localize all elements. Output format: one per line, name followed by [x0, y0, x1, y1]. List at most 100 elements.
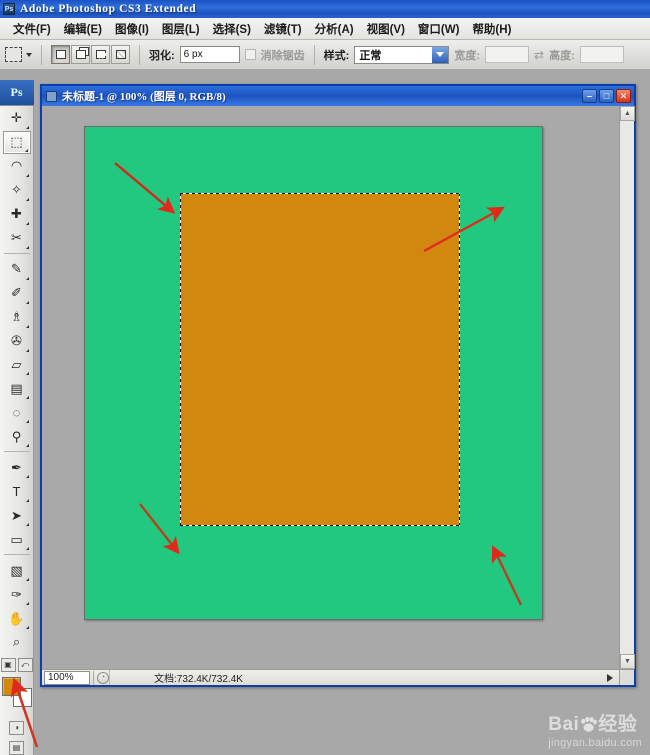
divider	[41, 44, 42, 65]
blur-tool[interactable]: ◌	[3, 401, 31, 424]
height-input[interactable]	[579, 46, 624, 63]
magic-wand-tool[interactable]: ✧	[3, 179, 31, 202]
tool-palette: Ps ✛ ⬚ ◠ ✧ ✚ ✂ ✎ ✐ ♗ ✇ ▱ ▤ ◌ ⚲ ✒ T ➤ ▭ ▧…	[0, 80, 34, 755]
menu-view[interactable]: 视图(V)	[361, 19, 412, 39]
scroll-up-icon[interactable]: ▲	[620, 106, 635, 121]
eraser-tool[interactable]: ▱	[3, 354, 31, 377]
clone-stamp-tool[interactable]: ♗	[3, 306, 31, 329]
canvas-area[interactable]	[42, 106, 619, 669]
brush-tool[interactable]: ✐	[3, 282, 31, 305]
menu-file[interactable]: 文件(F)	[7, 19, 58, 39]
window-buttons: – □ ✕	[582, 89, 631, 103]
baidu-brand: Bai du 经验	[548, 715, 642, 734]
document-window: 未标题-1 @ 100% (图层 0, RGB/8) – □ ✕ ▲ ▼ 100…	[40, 84, 636, 687]
healing-brush-tool[interactable]: ✎	[3, 258, 31, 281]
menu-help[interactable]: 帮助(H)	[466, 19, 518, 39]
pin-icon[interactable]: ◔	[97, 671, 109, 684]
antialias-checkbox[interactable]	[244, 49, 256, 60]
style-select-value: 正常	[359, 49, 382, 62]
rectangular-marquee-tool[interactable]: ⬚	[2, 130, 31, 154]
menu-window[interactable]: 窗口(W)	[412, 19, 467, 39]
history-brush-tool[interactable]: ✇	[3, 330, 31, 353]
status-menu-arrow-icon[interactable]	[607, 673, 613, 682]
color-utility-row: ▣ ⤺	[0, 657, 33, 672]
width-input[interactable]	[485, 46, 530, 63]
menu-image[interactable]: 图像(I)	[109, 19, 156, 39]
swap-colors-icon[interactable]: ⤺	[17, 657, 33, 672]
zoom-tool[interactable]: ⌕	[3, 631, 31, 654]
document-titlebar[interactable]: 未标题-1 @ 100% (图层 0, RGB/8) – □ ✕	[42, 86, 634, 106]
menu-select[interactable]: 选择(S)	[207, 19, 258, 39]
menu-edit[interactable]: 编辑(E)	[58, 19, 109, 39]
subtract-from-selection-button[interactable]	[91, 45, 110, 64]
document-icon	[46, 90, 57, 102]
maximize-button[interactable]: □	[599, 89, 614, 103]
add-to-selection-button[interactable]	[71, 45, 90, 64]
intersect-selection-button[interactable]	[111, 45, 130, 64]
tool-preset-picker[interactable]	[5, 47, 32, 62]
document-body: ▲ ▼ 100% ◔ 文档:732.4K/732.4K	[42, 106, 635, 685]
width-label: 宽度:	[454, 49, 481, 62]
vertical-scrollbar[interactable]: ▲ ▼	[619, 106, 635, 669]
menubar: 文件(F) 编辑(E) 图像(I) 图层(L) 选择(S) 滤镜(T) 分析(A…	[0, 18, 650, 40]
height-label: 高度:	[549, 49, 575, 62]
divider	[313, 44, 315, 65]
quick-mask-icon[interactable]: ◑	[9, 720, 24, 735]
color-swatches	[1, 676, 32, 707]
menu-filter[interactable]: 滤镜(T)	[258, 19, 309, 39]
paw-print-icon	[581, 717, 598, 732]
notes-tool[interactable]: ▧	[3, 559, 31, 582]
app-title: Adobe Photoshop CS3 Extended	[20, 3, 197, 15]
hand-tool[interactable]: ✋	[3, 607, 31, 630]
marching-ants-selection	[180, 193, 460, 526]
type-tool[interactable]: T	[3, 480, 31, 503]
divider	[93, 670, 94, 685]
crop-tool[interactable]: ✚	[3, 203, 31, 226]
scroll-down-icon[interactable]: ▼	[620, 654, 635, 669]
path-selection-tool[interactable]: ➤	[3, 504, 31, 527]
baidu-brand-right: 经验	[598, 714, 638, 735]
photoshop-logo-icon: Ps	[3, 3, 15, 15]
divider	[3, 252, 30, 254]
scrollbar-corner	[619, 669, 634, 685]
menu-layer[interactable]: 图层(L)	[156, 19, 207, 39]
feather-input[interactable]: 6 px	[179, 46, 240, 63]
pen-tool[interactable]: ✒	[3, 456, 31, 479]
default-colors-icon[interactable]: ▣	[0, 657, 16, 672]
screen-mode-icon[interactable]: ▤	[9, 740, 24, 755]
baidu-watermark: Bai du 经验 jingyan.baidu.com	[548, 715, 642, 749]
rectangular-marquee-icon	[5, 47, 22, 62]
menu-analysis[interactable]: 分析(A)	[309, 19, 361, 39]
feather-label: 羽化:	[149, 49, 175, 62]
baidu-url: jingyan.baidu.com	[548, 737, 642, 749]
photoshop-logo-icon: Ps	[0, 80, 34, 106]
gradient-tool[interactable]: ▤	[3, 377, 31, 400]
close-button[interactable]: ✕	[616, 89, 631, 103]
screen-mode-row: ▤	[9, 740, 24, 755]
zoom-level-input[interactable]: 100%	[44, 670, 90, 685]
move-tool[interactable]: ✛	[3, 107, 31, 130]
chevron-down-icon[interactable]	[432, 46, 449, 63]
document-title: 未标题-1 @ 100% (图层 0, RGB/8)	[62, 91, 226, 103]
baidu-brand-left: Bai	[548, 714, 580, 735]
eyedropper-tool[interactable]: ✑	[3, 583, 31, 606]
swap-arrows-icon[interactable]: ⇄	[534, 48, 544, 62]
lasso-tool[interactable]: ◠	[3, 155, 31, 178]
selection-mode-group	[51, 45, 130, 64]
app-titlebar: Ps Adobe Photoshop CS3 Extended	[0, 0, 650, 18]
quick-mask-row: ◑	[9, 720, 24, 735]
style-select[interactable]: 正常	[354, 45, 450, 64]
image-canvas[interactable]	[84, 126, 543, 620]
divider	[139, 44, 140, 65]
dodge-tool[interactable]: ⚲	[3, 425, 31, 448]
rectangle-shape-tool[interactable]: ▭	[3, 528, 31, 551]
divider	[3, 451, 30, 453]
slice-tool[interactable]: ✂	[3, 227, 31, 250]
minimize-button[interactable]: –	[582, 89, 597, 103]
document-size-status: 文档:732.4K/732.4K	[109, 670, 607, 685]
new-selection-button[interactable]	[51, 45, 70, 64]
antialias-label: 消除锯齿	[260, 49, 305, 62]
chevron-down-icon[interactable]	[26, 52, 32, 57]
style-label: 样式:	[323, 49, 350, 62]
foreground-color-swatch[interactable]	[1, 676, 21, 696]
